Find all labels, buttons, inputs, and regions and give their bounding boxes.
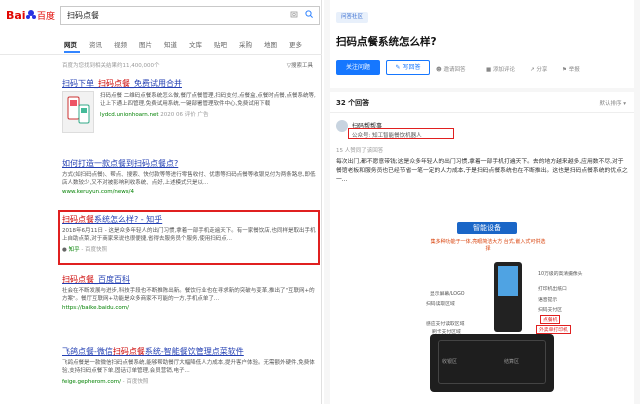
result-desc: 方式(如扫码点餐)、帮点、搜索、快付款等等进行零售收付、优惠等扫码点餐等收银兑付…	[62, 172, 316, 186]
follow-question-button[interactable]: 关注问题	[336, 60, 380, 75]
result-title[interactable]: 扫码下单_扫码点餐_免费试用合并	[62, 78, 317, 89]
result-title[interactable]: 飞鸽点餐-微信扫码点餐系统-智能餐饮管理点菜软件	[62, 346, 317, 357]
search-tools[interactable]: ▽搜索工具	[287, 61, 313, 69]
tab-news[interactable]: 资讯	[89, 39, 114, 49]
tab-zhidao[interactable]: 知道	[164, 39, 189, 49]
result-thumbnail[interactable]	[62, 91, 94, 133]
result-5: 飞鸽点餐-微信扫码点餐系统-智能餐饮管理点菜软件 飞鸽点餐是一款微信扫码点餐系统…	[62, 346, 317, 385]
label-right-3: 语音提示	[538, 298, 558, 303]
tab-wenku[interactable]: 文库	[189, 39, 214, 49]
result-url[interactable]: www.keruyun.com/news/4	[62, 189, 317, 195]
question-title: 扫码点餐系统怎么样?	[336, 36, 437, 48]
kiosk-screen	[498, 266, 518, 296]
label-left-3: 感应支付读取区域	[426, 322, 465, 327]
infographic-title: 智能设备	[457, 222, 517, 234]
label-right-2: 打印机出纸口	[538, 287, 567, 292]
agree-count: 15 人赞同了该回答	[336, 148, 384, 154]
label-right-4: 扫码支付区	[538, 308, 562, 313]
result-url[interactable]: lydcd.unionhoarn.net 2020 06 评价 广告	[100, 110, 317, 118]
result-url[interactable]: feige.gepherom.com/ - 百度快照	[62, 377, 317, 385]
base-label-right: 结算区	[504, 359, 520, 365]
search-icon[interactable]	[305, 10, 313, 18]
tab-tieba[interactable]: 贴吧	[214, 39, 239, 49]
tab-caigou[interactable]: 采购	[239, 39, 264, 49]
tab-video[interactable]: 视频	[114, 39, 139, 49]
label-right-1: 10万级的高清摄像头	[538, 272, 583, 277]
result-1: 扫码下单_扫码点餐_免费试用合并 扫码点餐 二维码点餐系统怎么做,餐厅点餐管理,…	[62, 78, 317, 133]
infographic-subtitle: 集多种功能于一体,亮眼简洁大方 台式,嵌入式可供选择	[430, 239, 546, 252]
svg-text:百度: 百度	[37, 10, 55, 22]
avatar[interactable]	[336, 120, 348, 132]
share-button[interactable]: ↗ 分享	[530, 65, 547, 73]
highlight-box	[58, 210, 320, 265]
result-2: 如何打造一款点餐到扫码点餐点? 方式(如扫码点餐)、帮点、搜索、快付款等等进行零…	[62, 158, 317, 195]
result-title[interactable]: 扫码点餐_百度百科	[62, 274, 317, 285]
tab-map[interactable]: 地图	[264, 39, 289, 49]
result-title[interactable]: 如何打造一款点餐到扫码点餐点?	[62, 158, 317, 169]
answer-count: 32 个回答	[336, 99, 370, 107]
result-desc: 扫码点餐 二维码点餐系统怎么做,餐厅点餐管理,扫码支付,点餐盒,点餐时点餐,点餐…	[100, 93, 316, 107]
answer-text: 每次出门,都不愿意带钱;这是众多年轻人的出门习惯,拿着一部手机打遍天下。去的地方…	[336, 159, 628, 183]
invite-answer-button[interactable]: ☻ 邀请回答	[436, 65, 466, 73]
author-subtitle: 公众号: 知工智能餐饮机器人	[352, 133, 422, 139]
svg-text:Bai: Bai	[6, 9, 26, 22]
camera-icon[interactable]	[290, 10, 298, 18]
label-red-1: 点餐机	[540, 315, 561, 324]
label-red-2: 外卖单打印机	[536, 325, 571, 334]
result-stats: 百度为您找到相关结果约11,400,000个	[62, 63, 160, 69]
label-left-2: 扫码读取区域	[426, 302, 455, 307]
result-url[interactable]: https://baike.baidu.com/	[62, 305, 317, 311]
active-tab-indicator	[64, 51, 80, 53]
divider	[0, 54, 322, 55]
result-desc: 飞鸽点餐是一款微信扫码点餐系统,能够帮助餐厅大幅降低人力成本,提升客户体验。无需…	[62, 360, 315, 374]
label-left-1: 显示屏幕/LOGO	[430, 292, 465, 297]
search-query: 扫码点餐	[67, 11, 99, 20]
report-button[interactable]: ⚑ 举报	[562, 65, 580, 73]
tab-web[interactable]: 网页	[64, 39, 89, 49]
phone-app-icon	[67, 96, 90, 124]
tab-more[interactable]: 更多	[289, 39, 314, 49]
search-input[interactable]: 扫码点餐	[60, 6, 320, 25]
topic-badge[interactable]: 问答社区	[336, 12, 369, 23]
search-tabs: 网页 资讯 视频 图片 知道 文库 贴吧 采购 地图 更多	[64, 39, 314, 49]
sort-dropdown[interactable]: 默认排序 ▾	[599, 99, 626, 107]
baidu-logo[interactable]: Bai 百度	[6, 7, 58, 23]
write-answer-button[interactable]: ✎ 写回答	[386, 60, 430, 75]
result-4: 扫码点餐_百度百科 社会在不断发展与进步,科技手段也不断推陈出新。餐饮行业也在寻…	[62, 274, 317, 311]
baidu-search-panel: Bai 百度 扫码点餐 网页 资讯 视频 图片 知道 文库 贴吧 采购 地图 更…	[0, 0, 322, 404]
divider	[330, 112, 634, 113]
add-comment-button[interactable]: ■ 添加评论	[486, 65, 515, 73]
base-label-left: 收银区	[442, 359, 458, 365]
tab-images[interactable]: 图片	[139, 39, 164, 49]
result-desc: 社会在不断发展与进步,科技手段也不断推陈出新。餐饮行业也在寻求新的突破与变革,推…	[62, 288, 315, 302]
